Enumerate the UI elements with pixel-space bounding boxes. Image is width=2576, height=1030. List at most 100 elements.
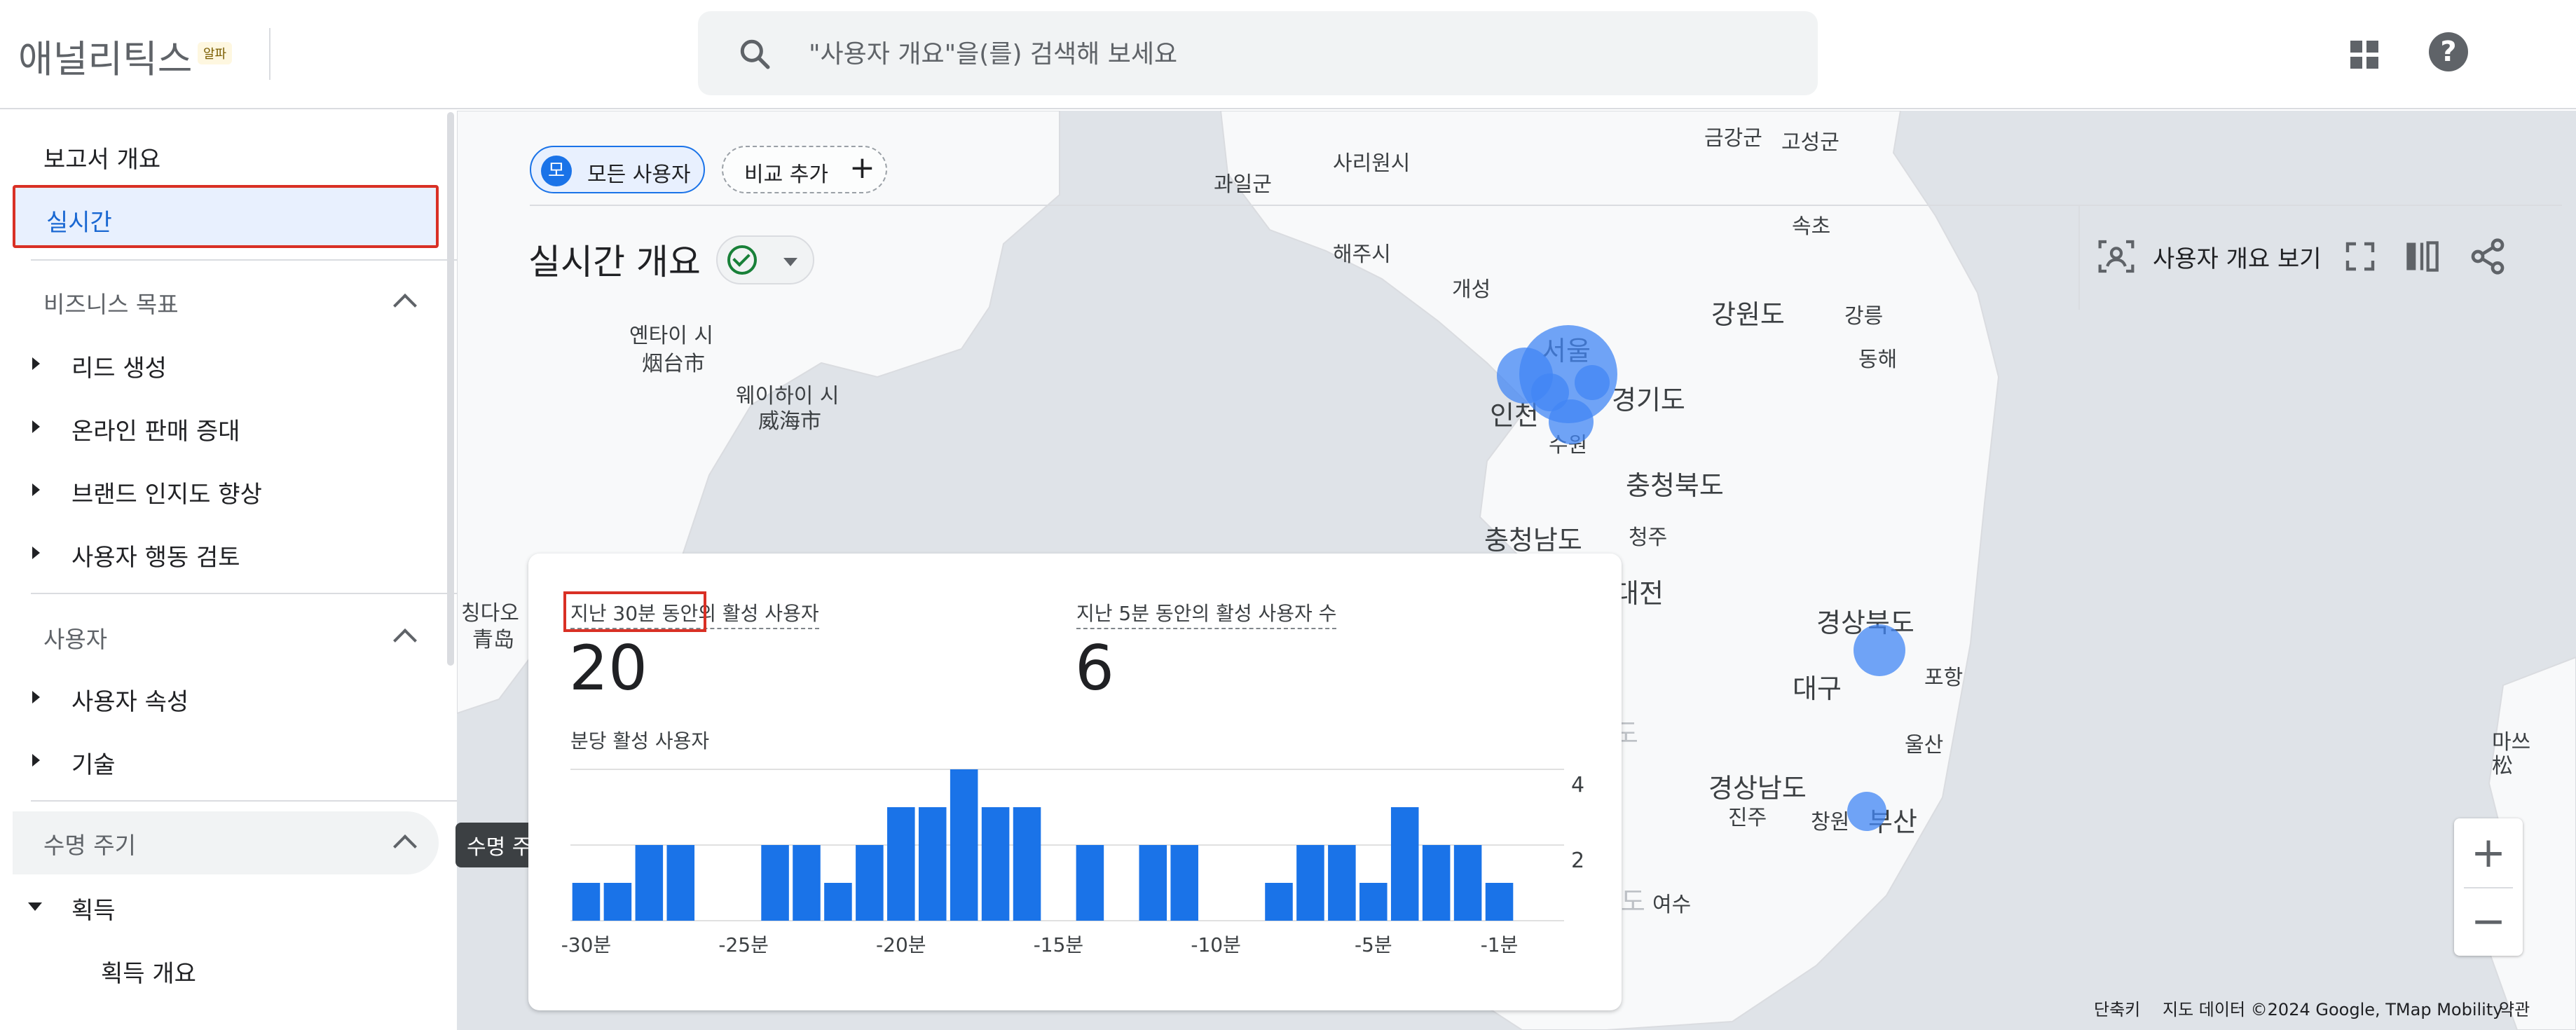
search-icon[interactable] xyxy=(737,36,772,71)
fullscreen-icon[interactable] xyxy=(2343,240,2377,273)
bar[interactable] xyxy=(918,807,947,921)
divider xyxy=(2078,205,2080,310)
bar[interactable] xyxy=(856,845,884,921)
x-tick-label: -30분 xyxy=(561,933,612,956)
sidebar-item-online-sales[interactable]: 온라인 판매 증대 xyxy=(71,412,240,446)
user-location-bubble[interactable] xyxy=(1847,792,1886,831)
map-data-attribution: 지도 데이터 ©2024 Google, TMap Mobility xyxy=(2163,1000,2503,1019)
sidebar-item-brand-awareness[interactable]: 브랜드 인지도 향상 xyxy=(71,475,262,509)
map-place-label: 威海市 xyxy=(758,409,821,434)
map-place-label: 대구 xyxy=(1793,673,1842,704)
sidebar-item-user-behavior[interactable]: 사용자 행동 검토 xyxy=(71,538,240,572)
per-minute-bar-chart[interactable]: 4 2 -30분 -25분 -20분 -15분 -10분 -5분 -1분 xyxy=(528,554,1622,1010)
status-dropdown[interactable] xyxy=(716,235,814,284)
user-location-bubble[interactable] xyxy=(1854,624,1905,676)
expand-arrow-icon[interactable] xyxy=(32,357,40,370)
user-location-bubble[interactable] xyxy=(1531,373,1569,411)
bar[interactable] xyxy=(1328,845,1356,921)
collapse-arrow-icon[interactable] xyxy=(28,902,42,911)
realtime-card: 지난 30분 동안의 활성 사용자 20 지난 5분 동안의 활성 사용자 수 … xyxy=(528,554,1622,1010)
sidebar-item-lead-generation[interactable]: 리드 생성 xyxy=(71,349,167,383)
search-bar[interactable] xyxy=(698,11,1818,95)
map-place-label: 포항 xyxy=(1924,666,1964,690)
bar[interactable] xyxy=(824,883,852,921)
bar[interactable] xyxy=(1359,883,1388,921)
bar[interactable] xyxy=(1076,845,1104,921)
user-location-bubble[interactable] xyxy=(1575,365,1610,400)
bar[interactable] xyxy=(761,845,789,921)
compare-columns-icon[interactable] xyxy=(2404,238,2440,275)
map-place-label: 대전 xyxy=(1615,578,1664,609)
map-place-label: 青岛 xyxy=(472,628,514,652)
map-place-label: 울산 xyxy=(1905,733,1944,757)
bar[interactable] xyxy=(1170,845,1198,921)
zoom-in-button[interactable]: + xyxy=(2454,818,2523,887)
terms-link[interactable]: 약관 xyxy=(2499,996,2530,1020)
sidebar-item-reports-overview[interactable]: 보고서 개요 xyxy=(43,140,160,174)
expand-arrow-icon[interactable] xyxy=(32,483,40,496)
all-users-chip[interactable]: 모 모든 사용자 xyxy=(530,146,705,193)
y-tick-label: 4 xyxy=(1571,773,1584,797)
map-place-label: 烟台市 xyxy=(642,352,705,376)
user-overview-icon[interactable] xyxy=(2097,237,2136,276)
bar[interactable] xyxy=(1296,845,1324,921)
expand-arrow-icon[interactable] xyxy=(32,547,40,559)
avatar: 모 xyxy=(541,156,572,186)
bar[interactable] xyxy=(1139,845,1167,921)
sidebar-item-acquisition-overview[interactable]: 획득 개요 xyxy=(101,954,196,989)
map-place-label: 고성군 xyxy=(1781,130,1839,155)
expand-arrow-icon[interactable] xyxy=(32,420,40,433)
check-circle-icon xyxy=(727,245,757,275)
bar[interactable] xyxy=(981,807,1010,921)
x-tick-label: -25분 xyxy=(718,933,769,956)
add-comparison-button[interactable]: 비교 추가 + xyxy=(722,146,887,193)
section-lifecycle[interactable]: 수명 주기 xyxy=(43,827,136,860)
bar[interactable] xyxy=(1453,845,1482,921)
bar[interactable] xyxy=(793,845,821,921)
share-icon[interactable] xyxy=(2468,237,2507,276)
sidebar-item-label: 실시간 xyxy=(46,209,112,237)
map-place-label: 강원도 xyxy=(1711,299,1785,330)
bar[interactable] xyxy=(1265,883,1293,921)
divider xyxy=(31,259,465,261)
bar[interactable] xyxy=(887,807,915,921)
section-business-goals[interactable]: 비즈니스 목표 xyxy=(43,286,179,320)
bar[interactable] xyxy=(666,845,695,921)
search-input[interactable] xyxy=(807,24,1791,84)
bar[interactable] xyxy=(1013,807,1041,921)
bar[interactable] xyxy=(1485,883,1514,921)
map-zoom-control: + − xyxy=(2454,818,2523,956)
expand-arrow-icon[interactable] xyxy=(32,691,40,703)
user-overview-link[interactable]: 사용자 개요 보기 xyxy=(2153,240,2322,274)
bar[interactable] xyxy=(635,845,664,921)
map-place-label: 옌타이 시 xyxy=(629,324,713,348)
sidebar-item-user-attributes[interactable]: 사용자 속성 xyxy=(71,682,189,717)
bar[interactable] xyxy=(1390,807,1419,921)
map-place-label: 과일군 xyxy=(1214,172,1272,197)
bar[interactable] xyxy=(603,883,632,921)
map-place-label: 동해 xyxy=(1858,348,1898,372)
section-users[interactable]: 사용자 xyxy=(43,621,107,654)
app-title[interactable]: 애널리틱스 xyxy=(18,28,192,83)
bar[interactable] xyxy=(1422,845,1451,921)
map-place-label: 경기도 xyxy=(1612,385,1685,416)
map-place-label: 창원 xyxy=(1811,810,1850,835)
zoom-out-button[interactable]: − xyxy=(2454,887,2523,956)
sidebar-item-realtime[interactable]: 실시간 xyxy=(13,185,439,248)
expand-arrow-icon[interactable] xyxy=(32,754,40,767)
all-users-label: 모든 사용자 xyxy=(587,163,691,187)
sidebar-item-tech[interactable]: 기술 xyxy=(71,746,116,780)
y-tick-label: 2 xyxy=(1571,849,1584,873)
bar[interactable] xyxy=(950,769,978,921)
bar[interactable] xyxy=(572,883,601,921)
map-place-label: 강릉 xyxy=(1844,304,1884,329)
apps-grid-icon[interactable] xyxy=(2348,38,2381,71)
map-place-label: 松 xyxy=(2492,754,2513,778)
keyboard-shortcuts-link[interactable]: 단축키 xyxy=(2094,996,2140,1020)
map-place-label: 속초 xyxy=(1792,214,1831,239)
sidebar-item-acquisition[interactable]: 획득 xyxy=(71,891,116,926)
chevron-down-icon xyxy=(783,258,797,266)
help-icon[interactable]: ? xyxy=(2429,32,2468,71)
map-place-label: 해주시 xyxy=(1333,242,1391,267)
sidebar-scrollbar[interactable] xyxy=(447,112,454,666)
